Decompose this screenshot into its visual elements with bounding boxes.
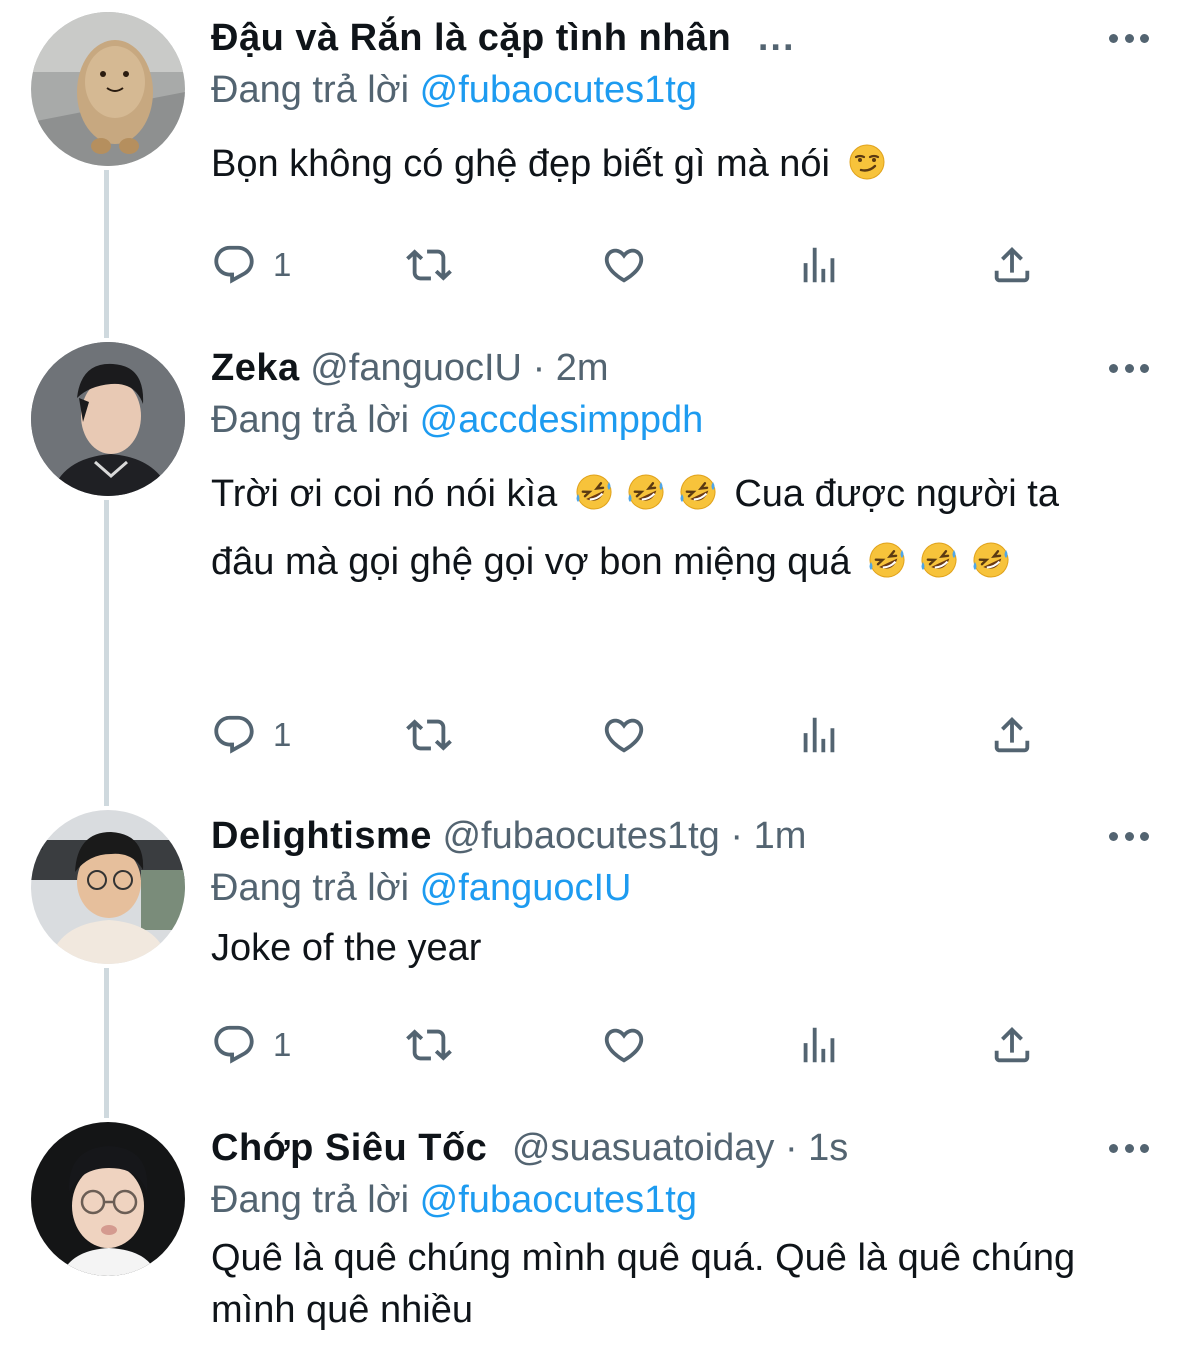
retweet-button[interactable] [406, 710, 452, 760]
timestamp[interactable]: 1s [808, 1127, 848, 1169]
views-icon [796, 242, 842, 288]
timestamp[interactable]: 2m [556, 347, 609, 389]
separator: · [730, 815, 743, 857]
tweet-text: Bọn không có ghệ đẹp biết gì mà nói [211, 130, 1149, 198]
reply-mention[interactable]: @accdesimppdh [420, 399, 704, 441]
reply-mention[interactable]: @fubaocutes1tg [420, 1179, 697, 1221]
reply-prefix: Đang trả lời [211, 1179, 410, 1221]
more-icon[interactable] [1109, 1138, 1149, 1158]
heart-icon [601, 712, 647, 758]
more-icon[interactable] [1109, 826, 1149, 846]
tweet-actions: 1 [211, 710, 1051, 760]
handle[interactable]: @suasuatoiday [512, 1127, 775, 1169]
tweet[interactable]: Zeka @fanguocIU · 2m Đang trả lời @accde… [0, 330, 1179, 800]
share-button[interactable] [989, 1020, 1035, 1070]
reply-icon [211, 712, 257, 758]
retweet-icon [406, 1022, 452, 1068]
display-name[interactable]: Chớp Siêu Tốc [211, 1127, 487, 1169]
heart-icon [601, 1022, 647, 1068]
reply-button[interactable]: 1 [211, 240, 291, 290]
avatar[interactable] [31, 1122, 185, 1276]
rofl-emoji-icon [626, 472, 666, 512]
tweet-text-line: Trời ơi coi nó nói kìa [211, 473, 558, 515]
tweet-text-line: Bọn không có ghệ đẹp biết gì mà nói [211, 143, 831, 185]
separator: · [532, 347, 546, 389]
heart-icon [601, 242, 647, 288]
reply-count: 1 [273, 716, 292, 753]
share-button[interactable] [989, 710, 1035, 760]
tweet-text-line: Joke of the year [211, 927, 482, 969]
reply-prefix: Đang trả lời [211, 69, 410, 111]
reply-context: Đang trả lời @accdesimppdh [211, 394, 1149, 446]
share-icon [989, 1022, 1035, 1068]
retweet-button[interactable] [406, 240, 452, 290]
retweet-button[interactable] [406, 1020, 452, 1070]
reply-context: Đang trả lời @fanguocIU [211, 862, 1149, 914]
share-button[interactable] [989, 240, 1035, 290]
retweet-icon [406, 712, 452, 758]
display-name[interactable]: Đậu và Rắn là cặp tình nhân [211, 17, 731, 59]
rofl-emoji-icon [971, 540, 1011, 580]
views-button[interactable] [796, 1020, 842, 1070]
reply-icon [211, 242, 257, 288]
reply-button[interactable]: 1 [211, 710, 291, 760]
reply-prefix: Đang trả lời [211, 399, 410, 441]
tweet[interactable]: Chớp Siêu Tốc @suasuatoiday · 1s Đang tr… [0, 1112, 1179, 1359]
tweet-actions: 1 [211, 240, 1051, 290]
smirk-emoji-icon [847, 142, 887, 182]
share-icon [989, 712, 1035, 758]
reply-context: Đang trả lời @fubaocutes1tg [211, 64, 1149, 116]
retweet-icon [406, 242, 452, 288]
rofl-emoji-icon [678, 472, 718, 512]
reply-prefix: Đang trả lời [211, 867, 410, 909]
tweet-text-line: Quê là quê chúng mình quê quá. Quê là qu… [211, 1237, 1076, 1331]
reply-mention[interactable]: @fubaocutes1tg [420, 69, 697, 111]
reply-button[interactable]: 1 [211, 1020, 291, 1070]
handle[interactable]: @fubaocutes1tg [442, 815, 719, 857]
rofl-emoji-icon [574, 472, 614, 512]
like-button[interactable] [601, 1020, 647, 1070]
avatar[interactable] [31, 810, 185, 964]
avatar[interactable] [31, 12, 185, 166]
tweet-text: Trời ơi coi nó nói kìa Cua được người ta… [211, 460, 1121, 596]
display-name[interactable]: Zeka [211, 347, 300, 389]
reply-icon [211, 1022, 257, 1068]
timestamp[interactable]: 1m [754, 815, 807, 857]
tweet-text: Quê là quê chúng mình quê quá. Quê là qu… [211, 1232, 1091, 1336]
views-icon [796, 712, 842, 758]
display-name[interactable]: Delightisme [211, 815, 432, 857]
handle[interactable]: @fanguocIU [310, 347, 522, 389]
reply-count: 1 [273, 1026, 292, 1063]
tweet[interactable]: Delightisme @fubaocutes1tg · 1m Đang trả… [0, 800, 1179, 1112]
reply-count: 1 [273, 246, 292, 283]
tweet-text: Joke of the year [211, 914, 1149, 982]
more-icon[interactable] [1109, 358, 1149, 378]
reply-context: Đang trả lời @fubaocutes1tg [211, 1174, 1149, 1226]
tweet-actions: 1 [211, 1020, 1051, 1070]
name-ellipsis: ... [757, 17, 796, 59]
separator: · [784, 1127, 798, 1169]
views-button[interactable] [796, 240, 842, 290]
reply-mention[interactable]: @fanguocIU [420, 867, 632, 909]
rofl-emoji-icon [867, 540, 907, 580]
tweet[interactable]: Đậu và Rắn là cặp tình nhân ... Đang trả… [0, 0, 1179, 330]
avatar[interactable] [31, 342, 185, 496]
more-icon[interactable] [1109, 28, 1149, 48]
like-button[interactable] [601, 710, 647, 760]
views-button[interactable] [796, 710, 842, 760]
views-icon [796, 1022, 842, 1068]
rofl-emoji-icon [919, 540, 959, 580]
like-button[interactable] [601, 240, 647, 290]
share-icon [989, 242, 1035, 288]
